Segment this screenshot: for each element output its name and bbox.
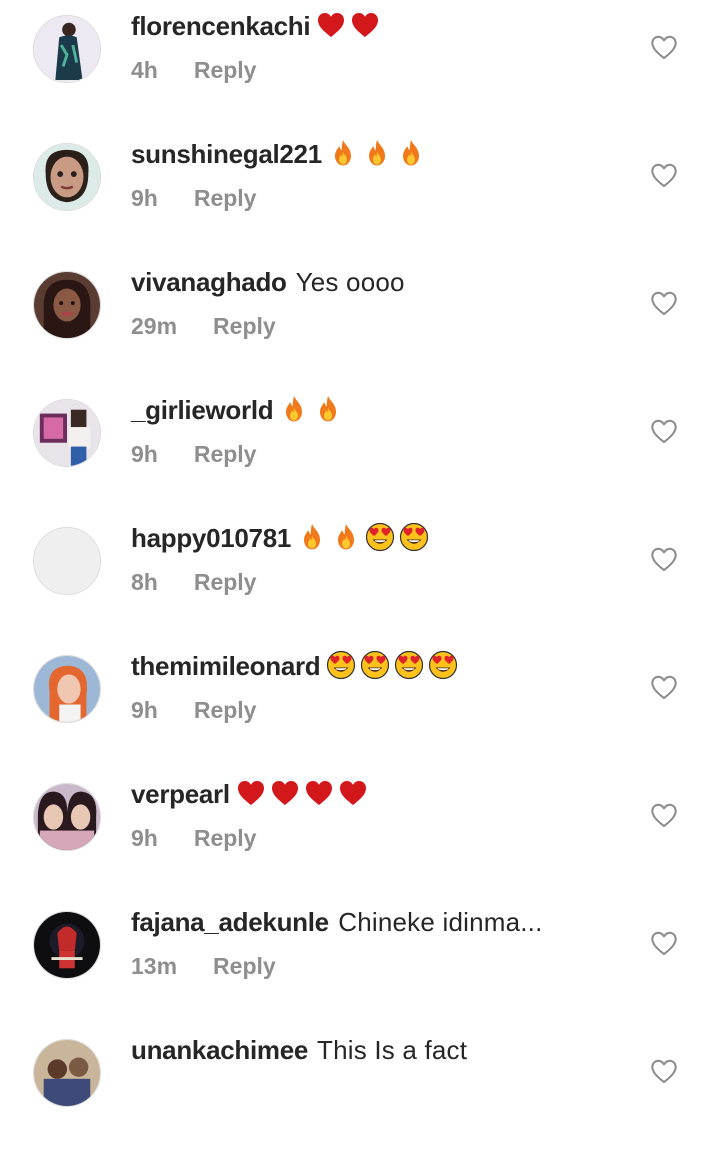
avatar-dark-logo-icon[interactable] — [33, 911, 101, 979]
comment-emojis — [232, 779, 368, 809]
heart-eyes-emoji-icon — [399, 522, 429, 552]
comment-line: verpearl — [131, 778, 368, 810]
comment-emojis — [275, 395, 343, 425]
comment-username[interactable]: vivanaghado — [131, 267, 287, 297]
comment-timestamp: 9h — [131, 185, 158, 211]
reply-button[interactable]: Reply — [194, 568, 257, 596]
reply-button[interactable]: Reply — [194, 440, 257, 468]
heart-eyes-emoji-icon — [428, 650, 458, 680]
comment-item: florencenkachi 4h Reply — [0, 0, 720, 128]
like-heart-icon[interactable] — [650, 162, 678, 188]
heart-emoji-icon — [350, 10, 380, 40]
comment-timestamp: 9h — [131, 441, 158, 467]
heart-eyes-emoji-icon — [365, 522, 395, 552]
comment-username[interactable]: unankachimee — [131, 1035, 308, 1065]
comment-username[interactable]: verpearl — [131, 779, 230, 809]
avatar-redhair-icon[interactable] — [33, 655, 101, 723]
comment-meta — [131, 1080, 167, 1108]
heart-emoji-icon — [236, 778, 266, 808]
reply-button[interactable]: Reply — [213, 952, 276, 980]
comment-line: _girlieworld — [131, 394, 343, 426]
comment-item: vivanaghado Yes oooo 29m Reply — [0, 256, 720, 384]
comment-text: Yes oooo — [288, 267, 405, 297]
comment-username[interactable]: sunshinegal221 — [131, 139, 322, 169]
reply-button[interactable]: Reply — [213, 312, 276, 340]
comment-meta: 13m Reply — [131, 952, 276, 980]
comment-meta: 4h Reply — [131, 56, 256, 84]
fire-emoji-icon — [331, 522, 361, 552]
comment-timestamp: 9h — [131, 825, 158, 851]
comment-emojis — [322, 650, 458, 681]
reply-button[interactable]: Reply — [194, 184, 257, 212]
like-heart-icon[interactable] — [650, 930, 678, 956]
comment-timestamp: 13m — [131, 953, 178, 979]
comment-text: This Is a fact — [310, 1035, 468, 1065]
comment-line: themimileonard — [131, 650, 458, 682]
comment-username[interactable]: fajana_adekunle — [131, 907, 329, 937]
comment-line: sunshinegal221 — [131, 138, 426, 170]
reply-button[interactable]: Reply — [194, 824, 257, 852]
like-heart-icon[interactable] — [650, 546, 678, 572]
comment-line: unankachimee This Is a fact — [131, 1034, 467, 1066]
comment-emojis — [312, 11, 380, 41]
avatar-woman-dark-icon[interactable] — [33, 271, 101, 339]
avatar-group-icon[interactable] — [33, 1039, 101, 1107]
comment-text: Chineke idinma... — [330, 907, 543, 937]
fire-emoji-icon — [297, 522, 327, 552]
comment-item: themimileonard 9h Reply — [0, 640, 720, 768]
avatar-face-light-icon[interactable] — [33, 143, 101, 211]
heart-emoji-icon — [316, 10, 346, 40]
fire-emoji-icon — [328, 138, 358, 168]
heart-emoji-icon — [338, 778, 368, 808]
comment-username[interactable]: happy010781 — [131, 523, 291, 553]
heart-emoji-icon — [304, 778, 334, 808]
like-heart-icon[interactable] — [650, 418, 678, 444]
comment-item: unankachimee This Is a fact — [0, 1024, 720, 1152]
like-heart-icon[interactable] — [650, 34, 678, 60]
comment-item: happy010781 8h Reply — [0, 512, 720, 640]
fire-emoji-icon — [362, 138, 392, 168]
like-heart-icon[interactable] — [650, 290, 678, 316]
comment-meta: 8h Reply — [131, 568, 256, 596]
comment-emojis — [293, 522, 429, 553]
like-heart-icon[interactable] — [650, 802, 678, 828]
avatar-collage-icon[interactable] — [33, 399, 101, 467]
fire-emoji-icon — [313, 394, 343, 424]
reply-button[interactable]: Reply — [194, 696, 257, 724]
comment-line: fajana_adekunle Chineke idinma... — [131, 906, 543, 938]
heart-emoji-icon — [270, 778, 300, 808]
comment-item: sunshinegal221 9h Reply — [0, 128, 720, 256]
comment-timestamp: 9h — [131, 697, 158, 723]
comment-username[interactable]: florencenkachi — [131, 11, 311, 41]
comment-item: verpearl 9h Reply — [0, 768, 720, 896]
heart-eyes-emoji-icon — [394, 650, 424, 680]
comment-timestamp: 8h — [131, 569, 158, 595]
comment-username[interactable]: _girlieworld — [131, 395, 274, 425]
comment-timestamp: 4h — [131, 57, 158, 83]
avatar-twins-icon[interactable] — [33, 783, 101, 851]
comment-meta: 9h Reply — [131, 824, 256, 852]
comment-line: vivanaghado Yes oooo — [131, 266, 405, 298]
comment-meta: 29m Reply — [131, 312, 276, 340]
fire-emoji-icon — [279, 394, 309, 424]
reply-button[interactable]: Reply — [194, 56, 257, 84]
comment-timestamp: 29m — [131, 313, 178, 339]
comment-meta: 9h Reply — [131, 440, 256, 468]
fire-emoji-icon — [396, 138, 426, 168]
avatar-blank-icon[interactable] — [33, 527, 101, 595]
comment-meta: 9h Reply — [131, 696, 256, 724]
like-heart-icon[interactable] — [650, 674, 678, 700]
heart-eyes-emoji-icon — [326, 650, 356, 680]
comment-item: fajana_adekunle Chineke idinma... 13m Rep… — [0, 896, 720, 1024]
heart-eyes-emoji-icon — [360, 650, 390, 680]
comment-line: florencenkachi — [131, 10, 380, 42]
comment-line: happy010781 — [131, 522, 429, 554]
comment-meta: 9h Reply — [131, 184, 256, 212]
comment-item: _girlieworld 9h Reply — [0, 384, 720, 512]
comment-emojis — [324, 139, 426, 169]
avatar-dark-dress-icon[interactable] — [33, 15, 101, 83]
comment-username[interactable]: themimileonard — [131, 651, 321, 681]
